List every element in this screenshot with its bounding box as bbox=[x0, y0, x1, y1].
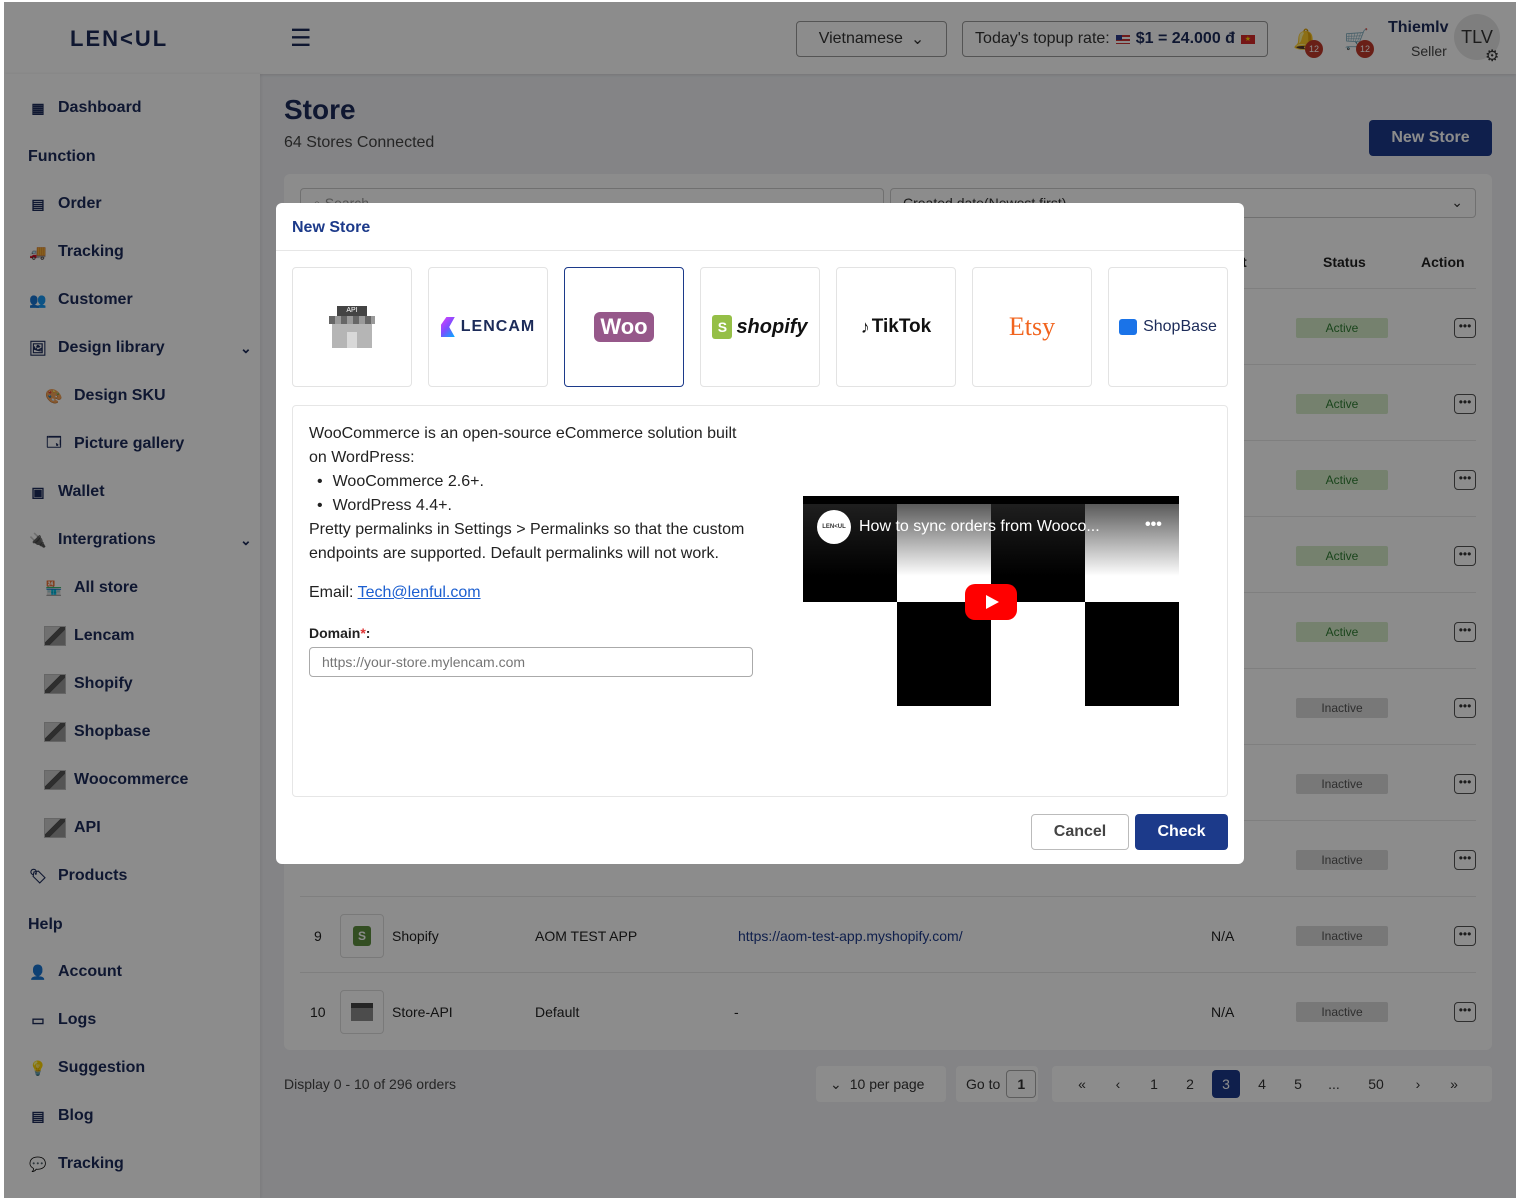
tiktok-label: TikTok bbox=[871, 316, 932, 337]
lencam-logo-icon bbox=[440, 317, 455, 337]
support-email: Email: Tech@lenful.com bbox=[309, 584, 481, 602]
requirements-list: WooCommerce 2.6+. WordPress 4.4+. bbox=[309, 470, 749, 518]
platform-lencam[interactable]: LENCAM bbox=[428, 267, 548, 387]
description-intro: WooCommerce is an open-source eCommerce … bbox=[309, 425, 737, 466]
domain-label: Domain*: bbox=[309, 625, 371, 641]
platform-shopify[interactable]: S shopify bbox=[700, 267, 820, 387]
requirement-item: WordPress 4.4+. bbox=[317, 494, 749, 518]
platform-api[interactable]: API bbox=[292, 267, 412, 387]
woo-logo: Woo bbox=[594, 312, 654, 342]
door-shape bbox=[347, 332, 357, 348]
store-api-icon: API bbox=[329, 306, 375, 348]
platform-description: WooCommerce is an open-source eCommerce … bbox=[309, 422, 749, 566]
platform-woocommerce[interactable]: Woo bbox=[564, 267, 684, 387]
etsy-label: Etsy bbox=[1008, 312, 1056, 341]
awning-shape bbox=[329, 316, 375, 324]
email-link[interactable]: Tech@lenful.com bbox=[358, 584, 481, 601]
check-button[interactable]: Check bbox=[1135, 814, 1228, 850]
app-frame: LEN<UL ☰ Vietnamese ⌄ Today's topup rate… bbox=[4, 2, 1516, 1198]
tiktok-note-icon: ♪ bbox=[860, 316, 870, 337]
cancel-button[interactable]: Cancel bbox=[1031, 814, 1129, 850]
modal-title: New Store bbox=[292, 219, 371, 236]
new-store-modal: New Store API LENCAM Woo S shopify ♪ Tik… bbox=[276, 203, 1244, 864]
description-note: Pretty permalinks in Settings > Permalin… bbox=[309, 521, 745, 562]
platform-shopbase[interactable]: ShopBase bbox=[1108, 267, 1228, 387]
more-options-icon[interactable]: ••• bbox=[1145, 516, 1162, 534]
shopify-bag-icon: S bbox=[712, 315, 733, 339]
email-label: Email: bbox=[309, 584, 354, 601]
platform-description-card: WooCommerce is an open-source eCommerce … bbox=[292, 405, 1228, 797]
youtube-video-embed[interactable]: LEN<UL How to sync orders from Wooco... … bbox=[803, 496, 1179, 706]
modal-divider bbox=[276, 250, 1244, 251]
video-title[interactable]: How to sync orders from Wooco... bbox=[859, 518, 1100, 536]
required-mark: * bbox=[360, 625, 366, 641]
channel-avatar[interactable]: LEN<UL bbox=[817, 510, 851, 544]
platform-tiktok[interactable]: ♪ TikTok bbox=[836, 267, 956, 387]
domain-input[interactable] bbox=[309, 647, 753, 677]
shopbase-logo-icon bbox=[1119, 319, 1138, 335]
shopbase-label: ShopBase bbox=[1143, 318, 1217, 335]
domain-label-text: Domain bbox=[309, 625, 361, 641]
video-top-bar bbox=[803, 496, 1179, 504]
requirement-item: WooCommerce 2.6+. bbox=[317, 470, 749, 494]
api-sign: API bbox=[337, 306, 367, 316]
play-icon[interactable] bbox=[965, 584, 1017, 620]
lencam-label: LENCAM bbox=[460, 318, 536, 335]
platform-etsy[interactable]: Etsy bbox=[972, 267, 1092, 387]
shopify-label: shopify bbox=[736, 315, 808, 338]
